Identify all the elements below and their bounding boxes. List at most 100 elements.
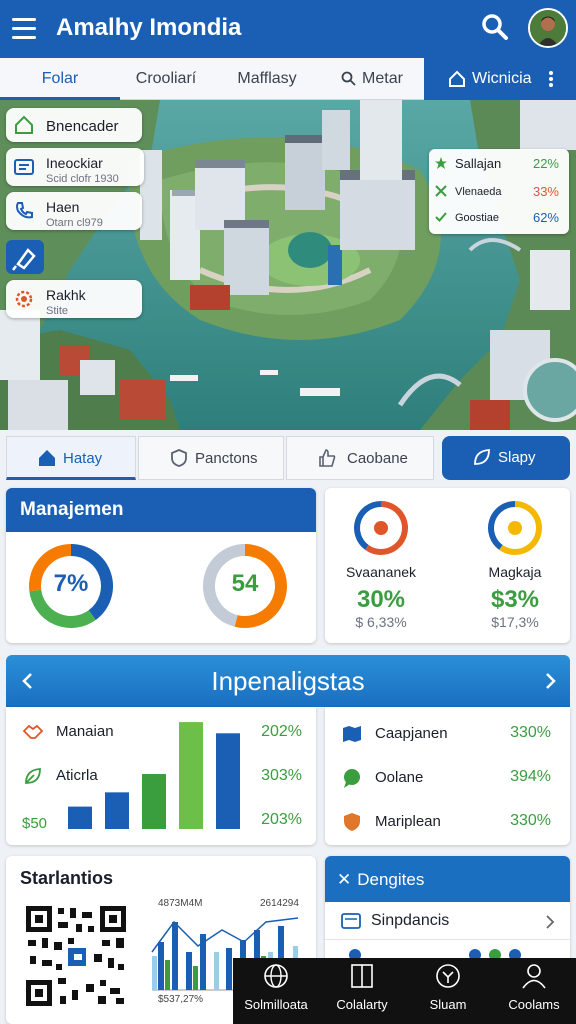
stat-row: Sallajan 22% [429, 151, 569, 177]
insights-left-card: Manaian Aticrla $50 202% 303% 203% [6, 707, 316, 845]
qr-code-icon[interactable] [24, 904, 128, 1008]
chip-title: Ineockiar [46, 155, 103, 171]
tab-slapy-label: Slapy [498, 449, 536, 466]
chevron-right-icon[interactable] [538, 669, 562, 693]
nav-coolams[interactable]: Coolams [491, 958, 576, 1024]
chip-title: Rakhk [46, 287, 86, 303]
stat-row: Goostiae 62% [429, 205, 569, 231]
home-icon [37, 448, 57, 468]
dengites-title: Dengites [357, 870, 425, 889]
map-chip-bnencader[interactable]: Bnencader [6, 108, 142, 142]
tab-hatay-label: Hatay [63, 450, 103, 467]
hamburger-menu-icon[interactable] [12, 18, 36, 40]
donut-value: 54 [231, 570, 259, 597]
gauge-label: Magkaja [488, 564, 542, 580]
gauge-sub: $ 6,33% [355, 614, 407, 630]
insights-bar-chart [68, 722, 240, 829]
globe-icon [264, 964, 288, 988]
chat-bubble-icon [341, 767, 363, 789]
tab-metar[interactable]: Metar [322, 58, 422, 100]
chevron-right-icon [545, 914, 555, 930]
tab-caobane-label: Caobane [347, 450, 408, 467]
bottom-nav: Solmilloata Colalarty Sluam Coolams [233, 958, 576, 1024]
stat-value: 62% [532, 210, 559, 225]
dengites-item-label: Sinpdancis [371, 912, 450, 929]
tab-panctons-label: Panctons [195, 450, 258, 467]
bar-0 [68, 806, 92, 829]
bar-4 [216, 733, 240, 829]
map-chip-haen[interactable]: Haen Otarn cl979 [6, 192, 142, 230]
gauge-rings [354, 501, 542, 555]
chart-label-left: 4873M4M [158, 898, 203, 909]
search-icon[interactable] [480, 12, 510, 42]
dengites-header: ✕ Dengites [325, 856, 570, 902]
tab-wicnicia[interactable]: Wicnicia [424, 58, 576, 100]
percent-value: 203% [261, 811, 302, 828]
nav-label: Sluam [429, 997, 467, 1012]
map-chip-rakhk[interactable]: Rakhk Stite [6, 280, 142, 318]
close-icon[interactable]: ✕ [337, 870, 351, 890]
stat-label: Goostiae [455, 212, 500, 224]
tab-caobane[interactable]: Caobane [286, 436, 434, 480]
stat-row: Vlenaeda 33% [429, 179, 569, 205]
gauges-card: Svaananek 30% $ 6,33% Magkaja $3% $17,3% [325, 488, 570, 643]
search-icon [341, 71, 356, 86]
tab-metar-label: Metar [362, 70, 403, 87]
stat-label: Sallajan [455, 156, 502, 171]
tab-hatay[interactable]: Hatay [6, 436, 136, 480]
percent-value: 202% [261, 723, 302, 740]
gauge-label: Svaananek [345, 564, 417, 580]
percent-value: 394% [510, 768, 551, 785]
user-avatar[interactable] [528, 8, 568, 48]
chip-subtitle: Scid clofr 1930 [46, 173, 119, 185]
percent-value: 330% [510, 724, 551, 741]
columns-icon [351, 964, 373, 988]
handshake-icon [22, 721, 44, 743]
shield-icon [169, 448, 189, 468]
chip-title: Bnencader [46, 118, 119, 135]
app-title: Amalhy Imondia [56, 14, 242, 41]
pin-tool-icon[interactable] [6, 240, 44, 274]
donut-value: 7% [53, 570, 89, 597]
clock-icon [436, 964, 460, 988]
home-icon [448, 70, 466, 88]
map-chip-ineockiar[interactable]: Ineockiar Scid clofr 1930 [6, 148, 144, 186]
nav-solmilloata[interactable]: Solmilloata [233, 958, 319, 1024]
map-icon [341, 723, 363, 745]
tab-mafflasy[interactable]: Mafflasy [212, 58, 322, 100]
gauge-value: 30% [356, 586, 406, 613]
location-pin-icon [374, 521, 388, 535]
statistics-title: Starlantios [20, 868, 114, 888]
list-label: Caapjanen [375, 725, 448, 742]
stat-label: Vlenaeda [455, 186, 502, 198]
chip-subtitle: Otarn cl979 [46, 217, 103, 229]
nav-label: Solmilloata [244, 997, 308, 1012]
management-card: Manajemen 7% 54 [6, 488, 316, 643]
list-label: Oolane [375, 769, 424, 786]
tab-slapy[interactable]: Slapy [442, 436, 570, 480]
top-tab-bar: Folar Crooliarí Mafflasy Metar Wicnicia [0, 58, 576, 100]
percent-value: 303% [261, 767, 302, 784]
leaf-icon [472, 447, 492, 467]
chip-subtitle: Stite [46, 305, 69, 317]
nav-sluam[interactable]: Sluam [405, 958, 491, 1024]
chart-label-bottom: $537,27% [158, 994, 204, 1005]
tab-folar[interactable]: Folar [0, 58, 120, 100]
person-icon [522, 964, 546, 989]
card-icon [341, 913, 361, 929]
tab-crooliari[interactable]: Crooliarí [120, 58, 212, 100]
nav-colalarty[interactable]: Colalarty [319, 958, 405, 1024]
dengites-item[interactable]: Sinpdancis [325, 904, 570, 940]
chip-title: Haen [46, 199, 80, 215]
gear-icon [13, 288, 35, 310]
chart-label-right: 2614294 [260, 898, 299, 909]
insights-banner: Inpenaligstas [6, 655, 570, 707]
leaf-icon [22, 765, 44, 787]
list-label: Mariplean [375, 813, 441, 830]
more-vertical-icon[interactable] [548, 70, 554, 88]
tab-panctons[interactable]: Panctons [138, 436, 284, 480]
bar-3 [179, 722, 203, 829]
id-card-icon [13, 156, 35, 178]
city-map[interactable]: Bnencader Ineockiar Scid clofr 1930 Haen… [0, 100, 576, 430]
bar-1 [105, 792, 129, 829]
